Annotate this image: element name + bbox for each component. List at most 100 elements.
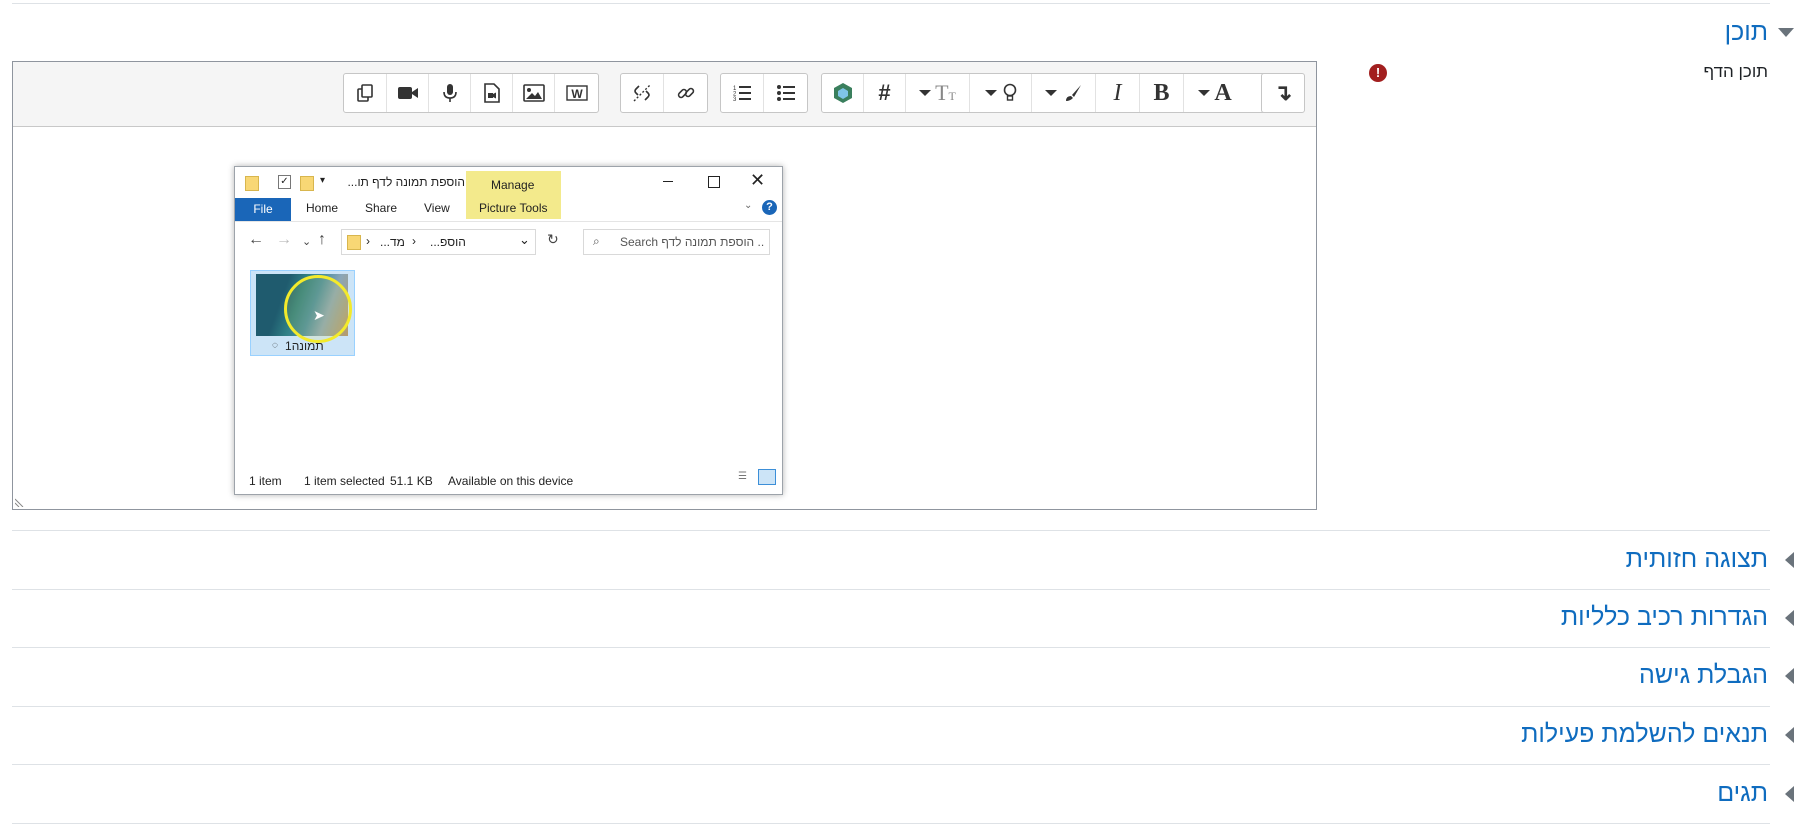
- unlink-icon: [633, 84, 651, 102]
- status-selected: 1 item selected: [304, 474, 385, 488]
- toolbar-group-expand: ↴: [1261, 73, 1305, 113]
- ordered-list-icon: 123: [733, 86, 751, 102]
- unlink-button[interactable]: [621, 74, 664, 112]
- toolbar-group-format: # TT I B A: [821, 73, 1303, 113]
- minimize-icon[interactable]: [663, 181, 673, 182]
- collapse-caret-icon[interactable]: [1778, 28, 1794, 37]
- highlight-button[interactable]: [970, 74, 1032, 112]
- unordered-list-icon: [776, 85, 795, 101]
- breadcrumb-separator-icon: ›: [366, 234, 370, 248]
- section-completion-title[interactable]: תנאים להשלמת פעילות: [1521, 720, 1768, 749]
- page-content-label: תוכן הדף: [1703, 62, 1768, 81]
- explorer-titlebar: ✓ ▾ הוספת תמונה לדף תו... Manage ✕: [235, 167, 782, 197]
- divider: [12, 530, 1770, 531]
- address-part[interactable]: ...מד: [380, 235, 405, 249]
- dropdown-caret-icon: [919, 90, 932, 96]
- large-icons-view-icon[interactable]: [758, 469, 776, 485]
- file-explorer-window: ✓ ▾ הוספת תמונה לדף תו... Manage ✕ File …: [234, 166, 783, 495]
- wiris-button[interactable]: [822, 74, 864, 112]
- toolbar-group-links: [620, 73, 708, 113]
- record-video-button[interactable]: [387, 74, 429, 112]
- unordered-list-button[interactable]: [764, 74, 807, 112]
- file-name: תמונה1: [285, 339, 324, 353]
- rich-text-editor[interactable]: W 123 # TT I B A ↴ ✓ ▾ הוספת תמונה לדף ת…: [12, 61, 1317, 510]
- word-button[interactable]: W: [555, 74, 598, 112]
- up-arrow-icon[interactable]: ↑: [318, 231, 326, 249]
- divider: [12, 3, 1770, 4]
- word-icon: W: [565, 85, 588, 101]
- divider: [12, 706, 1770, 707]
- status-size: 51.1 KB: [390, 474, 433, 488]
- address-part[interactable]: ...הוספ: [430, 235, 466, 249]
- svg-text:W: W: [571, 87, 583, 101]
- section-content-title[interactable]: תוכן: [1725, 18, 1768, 47]
- expand-caret-icon[interactable]: [1785, 610, 1794, 626]
- status-item-count: 1 item: [249, 474, 282, 488]
- search-icon: ⌕: [593, 234, 600, 248]
- expand-toolbar-button[interactable]: ↴: [1262, 74, 1304, 112]
- address-bar[interactable]: › ...מד › ...הוספ ⌄: [341, 229, 536, 255]
- dropdown-caret-icon: [1198, 90, 1211, 96]
- expand-caret-icon[interactable]: [1785, 552, 1794, 568]
- ordered-list-button[interactable]: 123: [721, 74, 764, 112]
- equation-button[interactable]: #: [864, 74, 906, 112]
- media-button[interactable]: [471, 74, 513, 112]
- file-item[interactable]: ➤ ◌ תמונה1: [250, 270, 355, 356]
- maximize-icon[interactable]: [708, 176, 720, 188]
- refresh-icon[interactable]: ↻: [547, 231, 559, 248]
- search-placeholder: Search הוספת תמונה לדף ...: [620, 235, 765, 249]
- recent-dropdown-icon[interactable]: ⌄: [302, 235, 311, 248]
- microphone-icon: [442, 84, 457, 102]
- divider: [12, 764, 1770, 765]
- italic-button[interactable]: I: [1096, 74, 1140, 112]
- search-input[interactable]: ⌕ Search הוספת תמונה לדף ...: [583, 229, 770, 255]
- text-color-button[interactable]: [1032, 74, 1096, 112]
- image-button[interactable]: [513, 74, 555, 112]
- font-button[interactable]: A: [1184, 74, 1246, 112]
- folder-icon: [245, 176, 259, 191]
- font-size-button[interactable]: TT: [906, 74, 970, 112]
- divider: [12, 823, 1770, 824]
- video-icon: [397, 87, 418, 99]
- expand-caret-icon[interactable]: [1785, 668, 1794, 684]
- text-size-icon: TT: [935, 80, 956, 105]
- manage-tab[interactable]: Manage: [491, 178, 534, 192]
- divider: [12, 589, 1770, 590]
- checkbox-icon: ✓: [278, 175, 291, 189]
- section-appearance-title[interactable]: תצוגה חזותית: [1626, 545, 1768, 574]
- dropdown-caret-icon: [984, 90, 997, 96]
- link-icon: [677, 87, 694, 99]
- explorer-title: הוספת תמונה לדף תו...: [347, 175, 465, 189]
- toolbar-group-lists: 123: [720, 73, 808, 113]
- toolbar-group-media: W: [343, 73, 599, 113]
- divider: [12, 647, 1770, 648]
- close-icon[interactable]: ✕: [750, 170, 765, 191]
- quick-access-dropdown-icon[interactable]: ▾: [320, 175, 325, 186]
- section-general-title[interactable]: הגדרות רכיב כלליות: [1561, 603, 1768, 632]
- bold-button[interactable]: B: [1140, 74, 1184, 112]
- wiris-icon: [833, 83, 852, 103]
- lightbulb-icon: [1003, 83, 1016, 101]
- svg-text:3: 3: [733, 97, 737, 102]
- forward-arrow-icon[interactable]: →: [276, 231, 292, 249]
- section-restrict-title[interactable]: הגבלת גישה: [1639, 661, 1768, 690]
- dropdown-caret-icon: [1044, 90, 1057, 96]
- folder-icon: [347, 235, 361, 250]
- exclamation-icon: !: [1369, 64, 1387, 82]
- status-availability: Available on this device: [448, 474, 574, 488]
- link-button[interactable]: [664, 74, 707, 112]
- resize-handle-icon[interactable]: [15, 497, 25, 507]
- record-audio-button[interactable]: [429, 74, 471, 112]
- expand-caret-icon[interactable]: [1785, 727, 1794, 743]
- manage-files-button[interactable]: [344, 74, 387, 112]
- address-dropdown-icon[interactable]: ⌄: [519, 232, 530, 248]
- image-icon: [522, 84, 545, 102]
- sync-status-icon: ◌: [272, 340, 278, 351]
- details-view-icon[interactable]: ☰: [738, 471, 752, 485]
- expand-caret-icon[interactable]: [1785, 786, 1794, 802]
- breadcrumb-separator-icon: ›: [412, 234, 416, 248]
- editor-toolbar: W 123 # TT I B A ↴: [13, 62, 1316, 127]
- section-tags-title[interactable]: תגים: [1717, 779, 1768, 808]
- back-arrow-icon[interactable]: ←: [248, 231, 264, 249]
- paintbrush-icon: [1065, 85, 1081, 101]
